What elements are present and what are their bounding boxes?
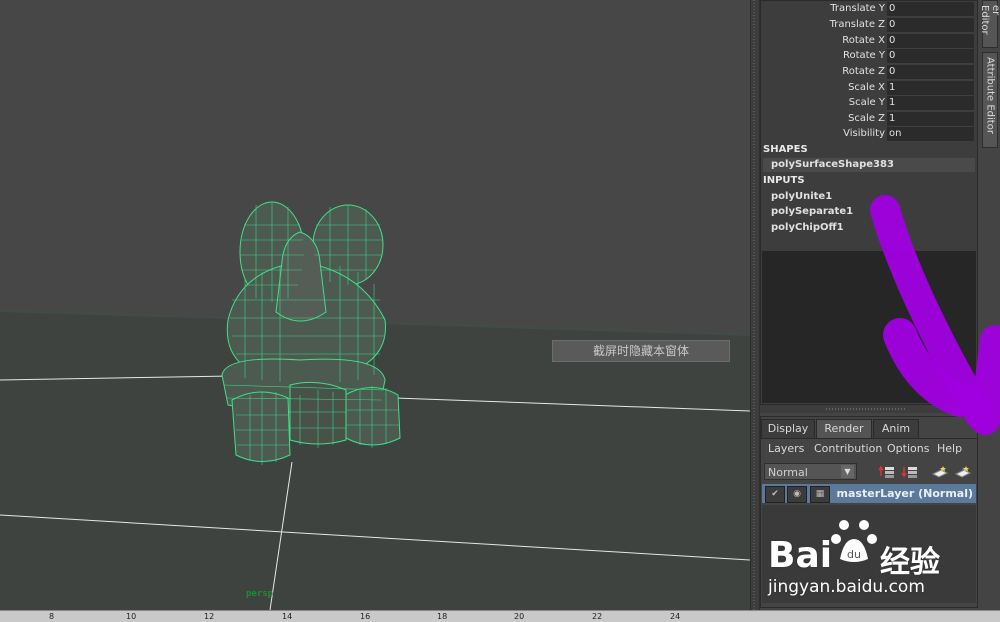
renderable-toggle-icon[interactable]: ✔ (765, 486, 785, 503)
attr-row[interactable]: Scale Y1 (761, 96, 975, 111)
chevron-down-icon: ▼ (841, 465, 854, 478)
attr-value[interactable]: 1 (887, 81, 974, 96)
side-tab-strip: er Editor Attribute Editor (979, 0, 1000, 160)
input-node[interactable]: polySeparate1 (771, 206, 853, 217)
watermark-url: jingyan.baidu.com (768, 577, 925, 597)
time-tick: 16 (360, 612, 371, 621)
time-tick: 8 (49, 612, 55, 621)
attr-name: Scale X (848, 82, 885, 93)
attr-value[interactable]: 0 (887, 34, 974, 49)
attr-name: Translate Z (829, 19, 885, 30)
attr-name: Translate Y (830, 3, 885, 14)
layer-name: masterLayer (Normal) (836, 487, 973, 500)
shapes-heading: SHAPES (763, 144, 808, 155)
time-tick: 14 (282, 612, 293, 621)
blend-mode-value: Normal (768, 466, 808, 479)
blend-mode-select[interactable]: Normal ▼ (764, 463, 857, 480)
frog-mesh (221, 201, 401, 462)
attr-row[interactable]: Translate Y0 (761, 2, 975, 17)
time-tick: 22 (592, 612, 603, 621)
tab-channel-editor[interactable]: er Editor (979, 0, 1000, 48)
attr-value[interactable]: on (887, 127, 974, 142)
attr-name: Scale Z (848, 113, 885, 124)
recycle-icon[interactable]: ◉ (787, 486, 807, 503)
tab-attribute-editor[interactable]: Attribute Editor (982, 52, 998, 148)
menu-layers[interactable]: Layers (768, 442, 804, 455)
attr-name: Visibility (843, 128, 885, 139)
attr-value[interactable]: 1 (887, 96, 974, 111)
create-layer-from-selected-icon[interactable] (954, 464, 972, 480)
time-tick: 10 (126, 612, 137, 621)
watermark: Bai du 经验 jingyan.baidu.com (760, 515, 990, 600)
attr-value[interactable]: 0 (887, 49, 974, 64)
inputs-heading: INPUTS (763, 175, 805, 186)
viewport-scene (0, 0, 750, 610)
annotation-strokes (870, 195, 1000, 435)
time-tick: 18 (437, 612, 448, 621)
attr-name: Rotate Z (842, 66, 885, 77)
attr-row[interactable]: Translate Z0 (761, 18, 975, 33)
camera-label: persp (246, 589, 274, 599)
move-layer-down-icon[interactable] (901, 464, 919, 480)
layer-row-master[interactable]: ✔ ◉ ▦ masterLayer (Normal) (762, 484, 976, 503)
3d-viewport[interactable]: 截屏时隐藏本窗体 persp (0, 0, 750, 610)
hud-tooltip: 截屏时隐藏本窗体 (552, 340, 730, 362)
svg-text:du: du (847, 548, 861, 561)
panel-splitter[interactable] (750, 0, 760, 610)
render-setup-icon[interactable]: ▦ (810, 486, 830, 503)
shape-node[interactable]: polySurfaceShape383 (771, 159, 894, 170)
attr-name: Scale Y (848, 97, 885, 108)
attr-value[interactable]: 0 (887, 18, 974, 33)
attr-row[interactable]: Visibility on (761, 127, 975, 142)
input-node[interactable]: polyUnite1 (771, 191, 832, 202)
watermark-brand-cn: 经验 (880, 545, 940, 580)
paw-logo-icon: du (831, 520, 877, 562)
attr-row[interactable]: Scale Z1 (761, 112, 975, 127)
time-tick: 24 (670, 612, 681, 621)
attr-row[interactable]: Rotate X0 (761, 34, 975, 49)
move-layer-up-icon[interactable] (878, 464, 896, 480)
time-tick: 12 (204, 612, 215, 621)
time-slider[interactable]: 8 10 12 14 16 18 20 22 24 (0, 610, 1000, 622)
tab-display[interactable]: Display (761, 419, 815, 438)
attr-row[interactable]: Rotate Y0 (761, 49, 975, 64)
create-empty-layer-icon[interactable] (931, 464, 949, 480)
time-tick: 20 (514, 612, 525, 621)
attr-value[interactable]: 0 (887, 2, 974, 17)
attr-value[interactable]: 0 (887, 65, 974, 80)
attr-name: Rotate Y (842, 50, 885, 61)
input-node[interactable]: polyChipOff1 (771, 222, 844, 233)
attr-name: Rotate X (842, 35, 885, 46)
watermark-brand: Bai (768, 535, 833, 576)
attr-row[interactable]: Rotate Z0 (761, 65, 975, 80)
attr-value[interactable]: 1 (887, 112, 974, 127)
attr-row[interactable]: Scale X1 (761, 81, 975, 96)
